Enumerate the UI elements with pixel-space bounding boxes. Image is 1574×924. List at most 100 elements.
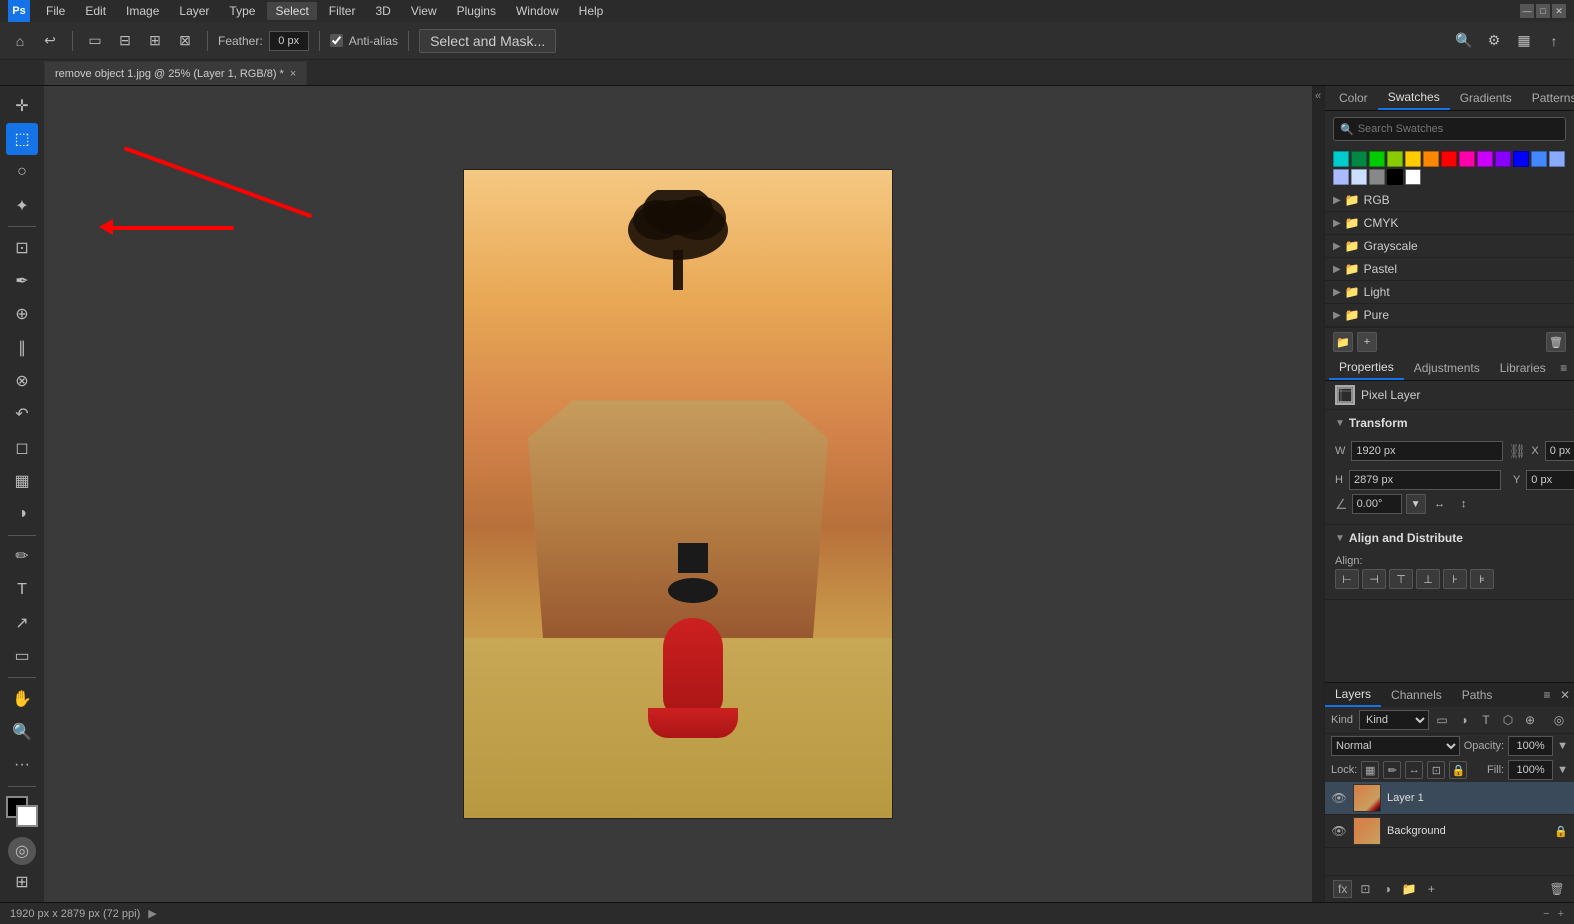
intersect-button[interactable]: ⊞ — [143, 29, 167, 53]
feather-input[interactable] — [269, 31, 309, 51]
text-tool[interactable]: T — [6, 574, 38, 605]
tab-color[interactable]: Color — [1329, 87, 1378, 109]
swatch-gray1[interactable] — [1369, 169, 1385, 185]
document-tab-close[interactable]: × — [290, 68, 296, 80]
filter-shape-button[interactable]: ⬡ — [1499, 711, 1517, 729]
swatches-search-input[interactable] — [1358, 123, 1559, 135]
layers-tab-layers[interactable]: Layers — [1325, 683, 1381, 707]
swatch-yellow-green[interactable] — [1387, 151, 1403, 167]
swatch-green2[interactable] — [1369, 151, 1385, 167]
filter-pixel-button[interactable]: ▭ — [1433, 711, 1451, 729]
swatch-red[interactable] — [1441, 151, 1457, 167]
transform-header[interactable]: ▼ Transform — [1335, 416, 1564, 430]
history-tool[interactable]: ↶ — [6, 399, 38, 430]
anti-alias-checkbox[interactable] — [330, 34, 343, 47]
close-button[interactable]: ✕ — [1552, 4, 1566, 18]
filter-toggle[interactable]: ◎ — [1550, 711, 1568, 729]
swatch-group-light-header[interactable]: ▶ 📁 Light — [1325, 281, 1574, 303]
filter-text-button[interactable]: T — [1477, 711, 1495, 729]
lock-pixels-button[interactable]: ▦ — [1361, 761, 1379, 779]
select-mask-button[interactable]: Select and Mask... — [419, 29, 556, 53]
tab-patterns[interactable]: Patterns — [1522, 87, 1574, 109]
swatch-blue3[interactable] — [1549, 151, 1565, 167]
x-input[interactable] — [1545, 441, 1574, 461]
add-adjustment-button[interactable]: ◑ — [1378, 880, 1396, 898]
crop-tool[interactable]: ⊡ — [6, 232, 38, 263]
opacity-input[interactable] — [1508, 736, 1553, 756]
dodge-tool[interactable]: ◑ — [6, 499, 38, 530]
swatch-group-cmyk-header[interactable]: ▶ 📁 CMYK — [1325, 212, 1574, 234]
align-left-edges[interactable]: ⊢ — [1335, 569, 1359, 589]
eraser-tool[interactable]: ◻ — [6, 432, 38, 463]
healing-tool[interactable]: ⊕ — [6, 299, 38, 330]
layers-close-button[interactable]: ✕ — [1556, 686, 1574, 704]
flip-v-button[interactable]: ↕ — [1454, 494, 1474, 514]
lock-transform-button[interactable]: ⊡ — [1427, 761, 1445, 779]
layers-menu-button[interactable]: ≡ — [1538, 686, 1556, 704]
blend-mode-select[interactable]: Normal — [1331, 736, 1460, 756]
swatch-green1[interactable] — [1351, 151, 1367, 167]
new-swatch-button[interactable]: + — [1357, 332, 1377, 352]
swatch-black[interactable] — [1387, 169, 1403, 185]
lock-artboard-button[interactable]: ↔ — [1405, 761, 1423, 779]
lasso-options-button[interactable]: ↩ — [38, 29, 62, 53]
align-header[interactable]: ▼ Align and Distribute — [1335, 531, 1564, 545]
swatch-teal[interactable] — [1333, 151, 1349, 167]
stamp-tool[interactable]: ⊗ — [6, 365, 38, 396]
kind-select[interactable]: Kind — [1359, 710, 1429, 730]
align-h-center[interactable]: ⊣ — [1362, 569, 1386, 589]
tab-libraries[interactable]: Libraries — [1490, 357, 1556, 379]
menu-file[interactable]: File — [38, 2, 73, 20]
tab-properties[interactable]: Properties — [1329, 356, 1404, 380]
zoom-out-button[interactable]: − — [1543, 908, 1549, 920]
pen-tool[interactable]: ✏ — [6, 541, 38, 572]
angle-input[interactable] — [1352, 494, 1402, 514]
menu-type[interactable]: Type — [221, 2, 263, 20]
tab-gradients[interactable]: Gradients — [1450, 87, 1522, 109]
w-input[interactable] — [1351, 441, 1503, 461]
menu-select[interactable]: Select — [267, 2, 316, 20]
align-top-edges[interactable]: ⊥ — [1416, 569, 1440, 589]
swatch-group-grayscale-header[interactable]: ▶ 📁 Grayscale — [1325, 235, 1574, 257]
menu-3d[interactable]: 3D — [367, 2, 398, 20]
layers-tab-paths[interactable]: Paths — [1452, 684, 1503, 706]
home-button[interactable]: ⌂ — [8, 29, 32, 53]
angle-dropdown[interactable]: ▼ — [1406, 494, 1426, 514]
rect-select-button[interactable]: ▭ — [83, 29, 107, 53]
tab-swatches[interactable]: Swatches — [1378, 86, 1450, 110]
swatch-blue5[interactable] — [1351, 169, 1367, 185]
quick-mask-tool[interactable]: ◎ — [8, 837, 36, 864]
swatch-group-rgb-header[interactable]: ▶ 📁 RGB — [1325, 189, 1574, 211]
layer-1-visibility[interactable]: 👁 — [1331, 790, 1347, 806]
menu-view[interactable]: View — [403, 2, 445, 20]
swatch-white[interactable] — [1405, 169, 1421, 185]
layer-item-background[interactable]: 👁 Background 🔒 — [1325, 815, 1574, 848]
align-v-center[interactable]: ⊦ — [1443, 569, 1467, 589]
fill-arrow[interactable]: ▼ — [1557, 764, 1568, 776]
screen-mode[interactable]: ⊞ — [6, 867, 38, 898]
shape-tool[interactable]: ▭ — [6, 641, 38, 672]
properties-menu-button[interactable]: ≡ — [1556, 360, 1572, 376]
maximize-button[interactable]: □ — [1536, 4, 1550, 18]
swatch-blue1[interactable] — [1513, 151, 1529, 167]
create-group-button[interactable]: 📁 — [1400, 880, 1418, 898]
menu-plugins[interactable]: Plugins — [449, 2, 504, 20]
lock-all-button[interactable]: 🔒 — [1449, 761, 1467, 779]
y-input[interactable] — [1526, 470, 1574, 490]
search-button[interactable]: 🔍 — [1452, 29, 1476, 53]
chain-icon[interactable]: ⛓ — [1509, 436, 1525, 466]
document-tab[interactable]: remove object 1.jpg @ 25% (Layer 1, RGB/… — [44, 61, 307, 85]
swatch-magenta[interactable] — [1459, 151, 1475, 167]
background-color[interactable] — [16, 805, 38, 827]
swatch-purple1[interactable] — [1477, 151, 1493, 167]
fx-button[interactable]: fx — [1333, 880, 1352, 898]
zoom-tool[interactable]: 🔍 — [6, 716, 38, 747]
gradient-tool[interactable]: ▦ — [6, 465, 38, 496]
swatch-group-pastel-header[interactable]: ▶ 📁 Pastel — [1325, 258, 1574, 280]
swatch-group-pure-header[interactable]: ▶ 📁 Pure — [1325, 304, 1574, 326]
menu-help[interactable]: Help — [571, 2, 612, 20]
share-button[interactable]: ↑ — [1542, 29, 1566, 53]
lock-position-button[interactable]: ✏ — [1383, 761, 1401, 779]
layers-tab-channels[interactable]: Channels — [1381, 684, 1452, 706]
view-button[interactable]: ▦ — [1512, 29, 1536, 53]
